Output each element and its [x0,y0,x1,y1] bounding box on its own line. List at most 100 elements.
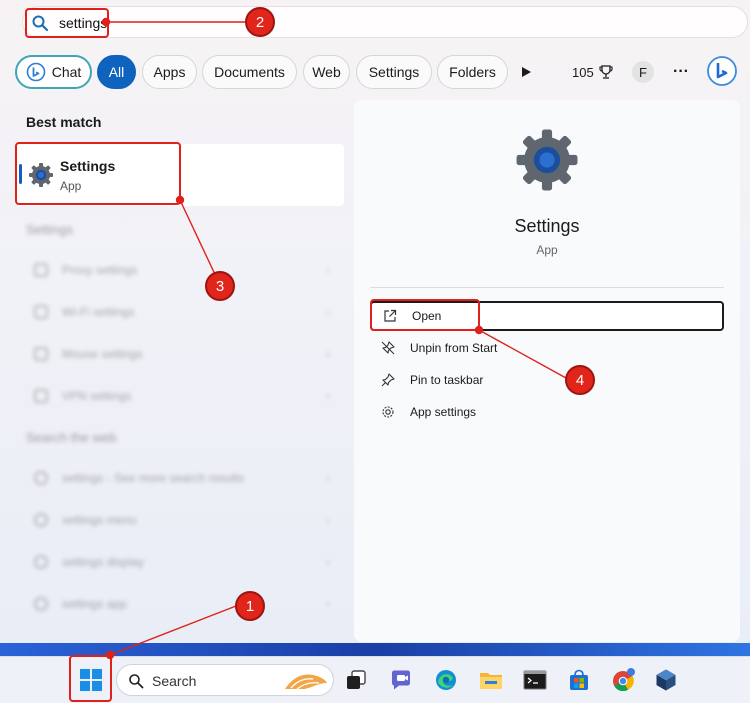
pin-icon [380,372,396,388]
search-box[interactable]: settings [22,6,748,38]
tab-all[interactable]: All [97,55,136,89]
list-item-label: VPN settings [62,389,132,403]
more-options-label: ··· [673,63,689,80]
unpin-label: Unpin from Start [410,341,498,355]
pin-label: Pin to taskbar [410,373,484,387]
annotation-badge-4: 4 [565,365,595,395]
virtualbox-button[interactable] [653,667,679,693]
task-view-icon [347,670,366,689]
tab-web-label: Web [312,64,341,80]
teams-chat-icon [392,670,410,690]
list-item[interactable]: Wi-Fi settings › [16,295,344,329]
microsoft-store-button[interactable] [566,667,592,693]
more-options-button[interactable]: ··· [673,55,689,89]
preview-title: Settings [514,216,580,236]
profile-initial: F [639,64,647,80]
edge-browser-icon [436,670,456,690]
list-item[interactable]: settings - See more search results › [16,461,344,495]
chevron-right-icon: › [326,305,330,319]
chevron-right-icon: › [326,555,330,569]
app-settings-action[interactable]: App settings [370,397,724,427]
terminal-button[interactable] [522,667,548,693]
list-item-label: settings - See more search results [62,471,245,485]
annotation-badge-3: 3 [205,271,235,301]
tab-folders[interactable]: Folders [437,55,508,89]
taskbar-search-box[interactable]: Search [116,664,334,696]
more-filters-button[interactable] [520,55,532,89]
unpin-from-start-action[interactable]: Unpin from Start [370,333,724,363]
tab-settings-label: Settings [368,64,420,80]
tab-web[interactable]: Web [303,55,350,89]
search-web-icon [34,597,48,611]
teams-chat-button[interactable] [388,667,414,693]
bing-button[interactable] [704,53,740,89]
store-bag-icon [570,669,588,690]
list-item-label: settings app [62,597,127,611]
task-view-button[interactable] [343,667,369,693]
file-explorer-button[interactable] [478,667,504,693]
chat-label: Chat [51,64,82,80]
tab-apps-label: Apps [153,64,186,80]
search-icon [129,674,144,689]
search-web-icon [34,555,48,569]
list-item[interactable]: Proxy settings › [16,253,344,287]
web-section-heading: Search the web [26,430,117,445]
terminal-icon [523,670,547,690]
play-arrow-icon [522,67,531,77]
tab-all-label: All [108,64,125,80]
list-item-label: Wi-Fi settings [62,305,135,319]
list-item-label: settings menu [62,513,137,527]
chevron-right-icon: › [326,597,330,611]
trophy-icon [599,65,613,79]
tab-settings[interactable]: Settings [356,55,432,89]
list-item[interactable]: Mouse settings › [16,337,344,371]
vpn-icon [34,389,48,403]
bing-logo-icon [707,56,737,86]
chrome-icon [613,668,635,692]
desktop-wallpaper-strip [0,643,750,657]
search-web-icon [34,513,48,527]
chevron-right-icon: › [326,471,330,485]
profile-avatar[interactable]: F [632,61,654,83]
preview-subtitle: App [536,243,558,257]
pin-to-taskbar-action[interactable]: Pin to taskbar [370,365,724,395]
settings-section-heading: Settings [26,222,73,237]
annotation-badge-2: 2 [245,7,275,37]
unpin-icon [380,340,396,356]
tab-folders-label: Folders [449,64,496,80]
folder-icon [480,673,502,689]
taskbar-search-label: Search [152,673,197,689]
tab-apps[interactable]: Apps [142,55,197,89]
best-match-heading: Best match [26,114,102,130]
virtualbox-icon [656,669,676,691]
chrome-button[interactable] [611,667,637,693]
list-item-label: settings display [62,555,145,569]
list-item[interactable]: settings app › [16,587,344,621]
list-item[interactable]: settings display › [16,545,344,579]
list-item-label: Proxy settings [62,263,138,277]
divider [370,287,724,288]
chevron-right-icon: › [326,263,330,277]
gear-icon [380,404,396,420]
taskbar: Search [0,656,750,703]
annotation-box-best-match [15,142,181,205]
preview-pane: Settings App Open Unpin from Start Pin t… [354,100,740,642]
filter-bar: Chat All Apps Documents Web Settings Fol… [15,55,750,89]
list-item[interactable]: settings menu › [16,503,344,537]
rewards-points-value: 105 [572,64,594,80]
search-highlight-illustration-icon [285,674,327,690]
search-web-icon [34,471,48,485]
rewards-points[interactable]: 105 [572,55,614,89]
chat-button[interactable]: Chat [15,55,92,89]
mouse-icon [34,347,48,361]
bing-chat-icon [26,62,46,82]
annotation-box-search [25,8,109,38]
tab-documents[interactable]: Documents [202,55,297,89]
annotation-box-start [69,655,112,702]
annotation-box-open [370,299,480,331]
edge-browser-button[interactable] [433,667,459,693]
list-item[interactable]: VPN settings › [16,379,344,413]
chevron-right-icon: › [326,513,330,527]
settings-gear-large-icon [516,129,578,191]
proxy-icon [34,263,48,277]
